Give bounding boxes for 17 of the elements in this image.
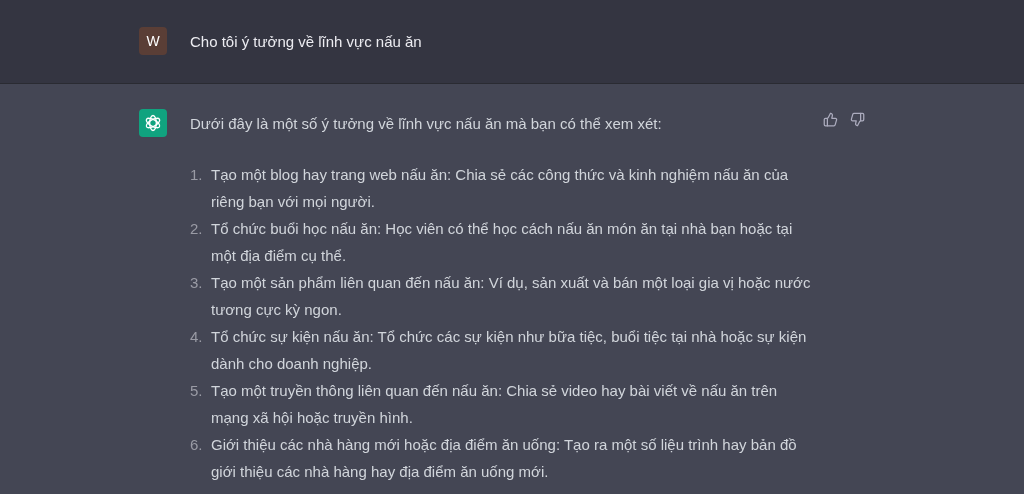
list-number: 3. [190, 272, 204, 293]
list-item-text: Tạo một sản phẩm liên quan đến nấu ăn: Ví dụ, sản xuất và bán một loại gia vị hoặc nước tương cực kỳ ngon. [211, 272, 811, 320]
assistant-intro: Dưới đây là một số ý tưởng về lĩnh vực nấu ăn mà bạn có thể xem xét: [190, 114, 663, 134]
list-item-text: Tổ chức sự kiện nấu ăn: Tổ chức các sự kiện như bữa tiệc, buổi tiệc tại nhà hoặc sự kiện dành cho doanh nghiệp. [211, 326, 808, 374]
thumbs-up-button[interactable] [823, 112, 838, 127]
list-item-text: Giới thiệu các nhà hàng mới hoặc địa điểm ăn uống: Tạo ra một số liệu trình hay bản đồ giới thiệu các nhà hàng hay địa điểm ăn uống mới. [211, 434, 798, 482]
list-number: 4. [190, 326, 204, 347]
list-number: 2. [190, 218, 204, 239]
list-item-text: Tạo một truyền thông liên quan đến nấu ăn: Chia sẻ video hay bài viết về nấu ăn trên mạng xã hội hoặc truyền hình. [211, 380, 779, 428]
thumbs-down-button[interactable] [850, 112, 865, 127]
list-item-text: Tổ chức buổi học nấu ăn: Học viên có thể học cách nấu ăn món ăn tại nhà bạn hoặc tại một địa điểm cụ thể. [211, 218, 794, 266]
user-message: Cho tôi ý tưởng về lĩnh vực nấu ăn [190, 32, 422, 52]
list-number: 5. [190, 380, 204, 401]
list-number: 1. [190, 164, 204, 185]
list-number: 6. [190, 434, 204, 455]
list-item-text: Tạo một blog hay trang web nấu ăn: Chia sẻ các công thức và kinh nghiệm nấu ăn của riêng bạn với mọi người. [211, 164, 790, 212]
user-avatar: W [139, 27, 167, 55]
